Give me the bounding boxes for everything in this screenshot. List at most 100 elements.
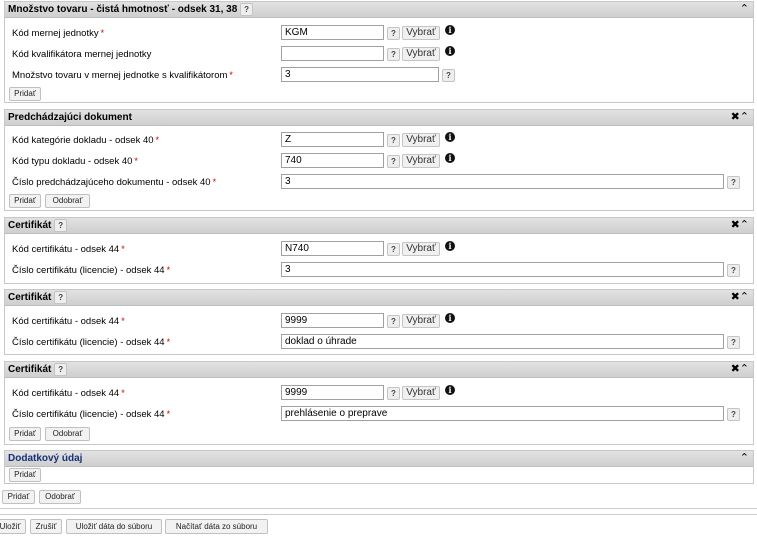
certificate-number-input[interactable]: doklad o úhrade: [281, 334, 724, 349]
divider: [0, 514, 757, 515]
section-certificate-title: Certifikát ?: [8, 363, 68, 376]
help-icon[interactable]: ?: [387, 27, 400, 40]
section-previous-document-title: Predchádzajúci dokument: [8, 112, 132, 123]
remove-collapse-icons[interactable]: ✖⌃: [731, 218, 749, 232]
help-icon[interactable]: ?: [442, 69, 455, 82]
outer-add-button[interactable]: Pridať: [2, 490, 35, 504]
field-label: Kód kategórie dokladu - odsek 40 *: [12, 135, 160, 146]
certificate-number-input[interactable]: prehlásenie o preprave: [281, 406, 724, 421]
row-certificate-code: Kód certifikátu - odsek 44 * 9999 ? Vybra…: [5, 385, 753, 403]
collapse-icon[interactable]: ⌃: [740, 2, 749, 16]
section-quantity-title: Množstvo tovaru - čistá hmotnosť - odsek…: [8, 3, 254, 16]
info-icon[interactable]: i: [445, 313, 455, 323]
unit-code-input[interactable]: KGM: [281, 25, 384, 40]
certificate-number-input[interactable]: 3: [281, 262, 724, 277]
load-from-file-button[interactable]: Načítať dáta zo súboru: [165, 519, 268, 534]
select-button[interactable]: Vybrať: [402, 133, 440, 147]
info-icon[interactable]: i: [445, 241, 455, 251]
info-icon[interactable]: i: [445, 25, 455, 35]
field-label: Číslo predchádzajúceho dokumentu - odsek…: [12, 177, 217, 188]
row-document-category: Kód kategórie dokladu - odsek 40 * Z ? Vy…: [5, 132, 753, 150]
field-label: Číslo certifikátu (licencie) - odsek 44 *: [12, 265, 171, 276]
row-quantity: Množstvo tovaru v mernej jednotke s kval…: [5, 67, 753, 85]
remove-button[interactable]: Odobrať: [45, 194, 90, 208]
select-button[interactable]: Vybrať: [402, 26, 440, 40]
certificate-code-input[interactable]: N740: [281, 241, 384, 256]
help-icon[interactable]: ?: [387, 243, 400, 256]
row-certificate-number: Číslo certifikátu (licencie) - odsek 44 *…: [5, 262, 753, 280]
field-label: Kód typu dokladu - odsek 40 *: [12, 156, 138, 167]
help-icon[interactable]: ?: [54, 291, 68, 304]
info-icon[interactable]: i: [445, 132, 455, 142]
document-number-input[interactable]: 3: [281, 174, 724, 189]
help-icon[interactable]: ?: [240, 3, 254, 16]
cancel-button[interactable]: Zrušiť: [30, 519, 62, 534]
section-certificate-header: Certifikát ? ✖⌃: [5, 218, 753, 234]
row-qualifier-code: Kód kvalifikátora mernej jednotky ? Vybr…: [5, 46, 753, 64]
field-label: Kód certifikátu - odsek 44 *: [12, 244, 125, 255]
info-icon[interactable]: i: [445, 46, 455, 56]
row-certificate-number: Číslo certifikátu (licencie) - odsek 44 *…: [5, 334, 753, 352]
help-icon[interactable]: ?: [54, 363, 68, 376]
select-button[interactable]: Vybrať: [402, 47, 440, 61]
section-additional-info-header: Dodatkový údaj ⌃: [5, 451, 753, 467]
remove-collapse-icons[interactable]: ✖⌃: [731, 110, 749, 124]
field-label: Množstvo tovaru v mernej jednotke s kval…: [12, 70, 233, 81]
row-certificate-code: Kód certifikátu - odsek 44 * N740 ? Vybra…: [5, 241, 753, 259]
help-icon[interactable]: ?: [387, 155, 400, 168]
help-icon[interactable]: ?: [387, 387, 400, 400]
section-previous-document: Predchádzajúci dokument ✖⌃ Kód kategórie…: [4, 109, 754, 211]
section-additional-info: Dodatkový údaj ⌃ Pridať: [4, 450, 754, 484]
outer-remove-button[interactable]: Odobrať: [39, 490, 81, 504]
add-button[interactable]: Pridať: [9, 194, 41, 208]
help-icon[interactable]: ?: [387, 48, 400, 61]
section-certificate-title: Certifikát ?: [8, 291, 68, 304]
section-quantity-header: Množstvo tovaru - čistá hmotnosť - odsek…: [5, 2, 753, 18]
help-icon[interactable]: ?: [727, 336, 740, 349]
certificate-code-input[interactable]: 9999: [281, 313, 384, 328]
field-label: Číslo certifikátu (licencie) - odsek 44 *: [12, 409, 171, 420]
row-document-type: Kód typu dokladu - odsek 40 * 740 ? Vybra…: [5, 153, 753, 171]
quantity-input[interactable]: 3: [281, 67, 439, 82]
field-label: Kód certifikátu - odsek 44 *: [12, 388, 125, 399]
section-certificate-header: Certifikát ? ✖⌃: [5, 362, 753, 378]
help-icon[interactable]: ?: [727, 176, 740, 189]
help-icon[interactable]: ?: [727, 264, 740, 277]
section-certificate-header: Certifikát ? ✖⌃: [5, 290, 753, 306]
row-unit-code: Kód mernej jednotky * KGM ? Vybrať i: [5, 25, 753, 43]
collapse-icon[interactable]: ⌃: [740, 451, 749, 465]
select-button[interactable]: Vybrať: [402, 386, 440, 400]
info-icon[interactable]: i: [445, 385, 455, 395]
section-certificate-1: Certifikát ? ✖⌃ Kód certifikátu - odsek …: [4, 217, 754, 284]
document-type-input[interactable]: 740: [281, 153, 384, 168]
add-button[interactable]: Pridať: [9, 468, 41, 482]
qualifier-code-input[interactable]: [281, 46, 384, 61]
section-additional-info-title: Dodatkový údaj: [8, 453, 83, 464]
document-category-input[interactable]: Z: [281, 132, 384, 147]
divider: [0, 508, 757, 509]
field-label: Kód mernej jednotky *: [12, 28, 105, 39]
remove-collapse-icons[interactable]: ✖⌃: [731, 362, 749, 376]
add-button[interactable]: Pridať: [9, 87, 41, 101]
select-button[interactable]: Vybrať: [402, 314, 440, 328]
help-icon[interactable]: ?: [54, 219, 68, 232]
help-icon[interactable]: ?: [387, 134, 400, 147]
row-certificate-code: Kód certifikátu - odsek 44 * 9999 ? Vybra…: [5, 313, 753, 331]
field-label: Číslo certifikátu (licencie) - odsek 44 *: [12, 337, 171, 348]
add-button[interactable]: Pridať: [9, 427, 41, 441]
field-label: Kód kvalifikátora mernej jednotky: [12, 49, 152, 60]
select-button[interactable]: Vybrať: [402, 242, 440, 256]
section-certificate-2: Certifikát ? ✖⌃ Kód certifikátu - odsek …: [4, 289, 754, 355]
row-document-number: Číslo predchádzajúceho dokumentu - odsek…: [5, 174, 753, 192]
remove-button[interactable]: Odobrať: [45, 427, 90, 441]
info-icon[interactable]: i: [445, 153, 455, 163]
help-icon[interactable]: ?: [387, 315, 400, 328]
select-button[interactable]: Vybrať: [402, 154, 440, 168]
row-certificate-number: Číslo certifikátu (licencie) - odsek 44 *…: [5, 406, 753, 424]
save-button[interactable]: Uložiť: [0, 519, 26, 534]
section-quantity: Množstvo tovaru - čistá hmotnosť - odsek…: [4, 1, 754, 103]
certificate-code-input[interactable]: 9999: [281, 385, 384, 400]
save-to-file-button[interactable]: Uložiť dáta do súboru: [66, 519, 162, 534]
remove-collapse-icons[interactable]: ✖⌃: [731, 290, 749, 304]
help-icon[interactable]: ?: [727, 408, 740, 421]
